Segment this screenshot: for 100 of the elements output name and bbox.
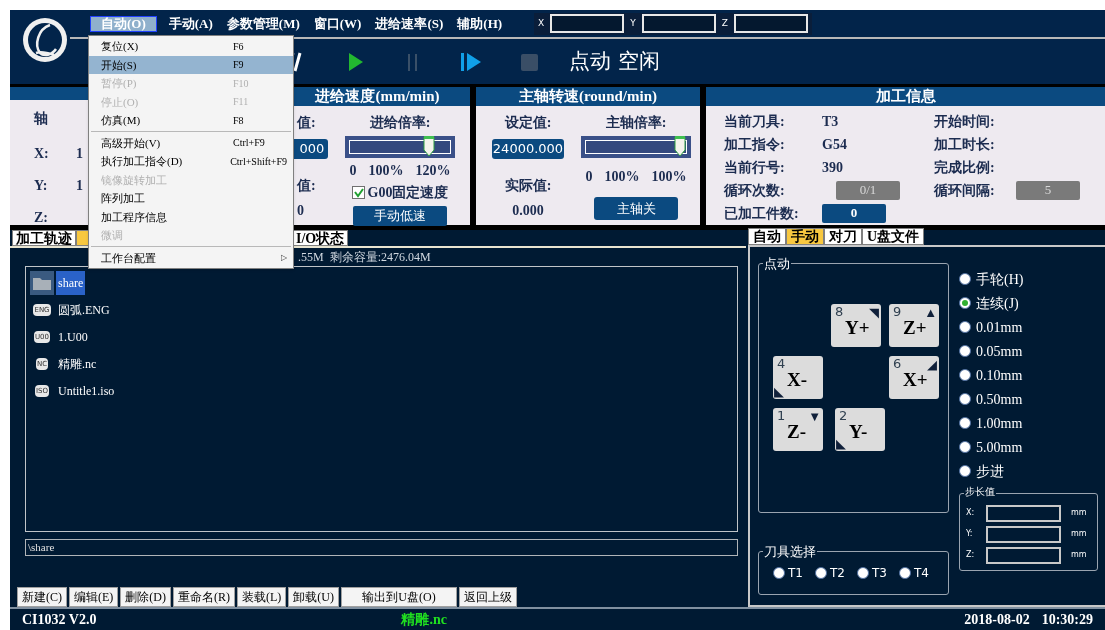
coordinate-field[interactable] — [641, 14, 716, 33]
tab[interactable]: I/O状态 — [292, 230, 349, 246]
tab[interactable]: 手动 — [786, 228, 824, 245]
step-field[interactable] — [986, 525, 1061, 543]
radio-button[interactable] — [959, 297, 971, 309]
menu-item[interactable]: 阵列加工 — [89, 189, 293, 208]
jog-key[interactable]: 8 Y+ ◥ — [831, 304, 881, 347]
field-label: X: — [966, 507, 976, 519]
slider-thumb[interactable] — [674, 135, 686, 157]
jog-key[interactable]: 9 Z+ ▲ — [889, 304, 939, 347]
key-number: 8 — [835, 305, 844, 319]
jog-key[interactable]: 2 Y- ◣ — [835, 408, 885, 451]
scale-label: 100% — [651, 168, 687, 186]
menu-item[interactable]: 参数管理(M) — [224, 13, 302, 34]
key-number: 4 — [777, 357, 786, 371]
axis-label: Z: — [34, 209, 49, 225]
menu-item[interactable]: 复位(X) F6 — [89, 37, 293, 56]
radio-label: T1 — [788, 565, 803, 582]
machine-status: 点动 空闲 — [569, 47, 660, 75]
field-label: 设定值: — [504, 114, 552, 132]
file-name[interactable]: share — [56, 270, 86, 295]
menu-item[interactable]: 开始(S) F9 — [89, 55, 293, 74]
field-label: X — [538, 16, 545, 30]
jog-key[interactable]: 4 X- ◣ — [773, 356, 823, 399]
checkbox-label: G00固定速度 — [367, 184, 449, 202]
radio-button[interactable] — [959, 369, 971, 381]
field-value: 390 — [822, 158, 843, 177]
file-action-button[interactable]: 编辑(E) — [69, 587, 119, 607]
file-name[interactable]: 圆弧.ENG — [56, 297, 112, 322]
radio-label: 步进 — [976, 462, 1004, 481]
menu-item[interactable]: 窗口(W) — [311, 13, 364, 34]
current-file: 精雕.nc — [401, 611, 447, 629]
file-action-button[interactable]: 新建(C) — [17, 587, 67, 607]
file-name[interactable]: 1.U00 — [56, 324, 90, 349]
panel-title: 进给速度(mm/min) — [315, 87, 440, 107]
coordinate-field[interactable] — [733, 14, 808, 33]
step-field[interactable] — [986, 546, 1061, 564]
tab[interactable]: 自动 — [748, 228, 786, 245]
column-header: 轴 — [34, 110, 49, 128]
jog-key[interactable]: 6 X+ ◢ — [889, 356, 939, 399]
checkbox[interactable] — [351, 186, 365, 199]
radio-button[interactable] — [959, 393, 971, 405]
menu-item[interactable]: 工作台配置 ▷ — [89, 248, 293, 267]
menu-item[interactable]: 辅助(H) — [455, 13, 505, 34]
field-label: 已加工件数: — [724, 204, 800, 223]
file-action-button[interactable]: 输出到U盘(O) — [341, 587, 457, 607]
step-field[interactable] — [986, 504, 1061, 522]
coordinate-field[interactable] — [550, 14, 625, 33]
menu-item[interactable]: 进给速率(S) — [373, 13, 446, 34]
menu-item[interactable]: 加工程序信息 — [89, 207, 293, 226]
tab[interactable]: U盘文件 — [862, 228, 925, 245]
menu-item[interactable]: 高级开始(V) Ctrl+F9 — [89, 133, 293, 152]
unit-label: mm — [1071, 528, 1087, 540]
direction-mark: ▲ — [924, 306, 937, 319]
radio-label: 1.00mm — [976, 414, 1023, 433]
menu-item[interactable]: 仿真(M) F8 — [89, 111, 293, 130]
radio-button[interactable] — [814, 567, 827, 579]
path-field[interactable]: \share — [25, 539, 738, 556]
field-label: 加工指令: — [724, 135, 786, 154]
radio-button[interactable] — [773, 567, 785, 579]
field-value: 0 — [297, 202, 305, 220]
radio-button[interactable] — [959, 345, 971, 357]
field-label: 实际值: — [504, 177, 552, 195]
group-title: 步长值 — [964, 484, 996, 499]
radio-button[interactable] — [959, 417, 971, 429]
radio-button[interactable] — [959, 441, 971, 453]
radio-label: 0.50mm — [976, 390, 1023, 409]
field-label: 进给倍率: — [369, 114, 431, 132]
file-action-button[interactable]: 卸载(U) — [288, 587, 339, 607]
value-box: 0/1 — [836, 180, 900, 200]
field-label: 当前行号: — [724, 158, 786, 177]
radio-button[interactable] — [959, 321, 971, 333]
direction-mark: ▼ — [808, 410, 821, 423]
file-action-button[interactable]: 装载(L) — [237, 587, 287, 607]
tab[interactable]: 加工轨迹 — [12, 230, 76, 246]
radio-button[interactable] — [959, 273, 971, 285]
check-icon — [352, 187, 364, 198]
slider-thumb[interactable] — [423, 135, 436, 157]
radio-label: T3 — [871, 565, 887, 582]
menu-item[interactable]: 手动(A) — [166, 13, 215, 34]
field-label: 循环次数: — [724, 181, 786, 200]
radio-button[interactable] — [898, 567, 911, 579]
low-speed-button[interactable]: 手动低速 — [353, 206, 447, 226]
spindle-off-button[interactable]: 主轴关 — [594, 197, 678, 220]
file-action-button[interactable]: 重命名(R) — [173, 587, 235, 607]
menu-item[interactable]: 执行加工指令(D) Ctrl+Shift+F9 — [89, 152, 293, 171]
folder-icon — [30, 270, 54, 295]
tab[interactable]: 对刀 — [824, 228, 862, 245]
file-action-button[interactable]: 返回上级 — [459, 587, 517, 607]
jog-key[interactable]: 1 Z- ▼ — [773, 408, 823, 451]
radio-button[interactable] — [959, 465, 971, 477]
key-number: 9 — [893, 305, 902, 319]
file-name[interactable]: Untitle1.iso — [56, 378, 117, 403]
file-action-button[interactable]: 删除(D) — [120, 587, 171, 607]
radio-label: 0.05mm — [976, 342, 1023, 361]
radio-label: 0.01mm — [976, 318, 1023, 337]
file-name[interactable]: 精雕.nc — [56, 351, 99, 376]
group-title: 点动 — [763, 254, 791, 274]
field-label: Z — [721, 16, 728, 30]
radio-button[interactable] — [856, 567, 869, 579]
